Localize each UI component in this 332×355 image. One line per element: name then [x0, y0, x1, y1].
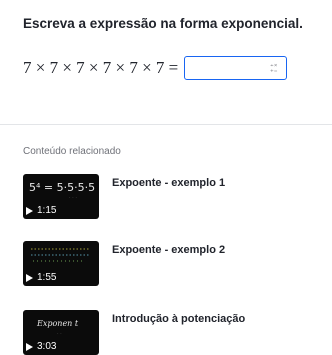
related-video-item[interactable]: 5⁴ = 5·5·5·5 · · · 1:15 Expoente - exemp… [23, 174, 323, 219]
duration-label: 3:03 [37, 341, 57, 352]
related-video-item[interactable]: Exponen t · · 3:03 Introdução à potencia… [23, 310, 323, 355]
play-icon [26, 206, 33, 215]
video-duration: 3:03 [26, 341, 56, 352]
play-icon [26, 273, 33, 282]
svg-text:+=: += [270, 68, 278, 73]
svg-text:· ·: · · [57, 331, 62, 337]
math-expression: 7 × 7 × 7 × 7 × 7 × 7 = [23, 58, 179, 77]
question-prompt: Escreva a expressão na forma exponencial… [23, 16, 303, 31]
thumbnail-text: Exponen t [36, 319, 79, 328]
video-thumbnail[interactable]: 1:55 [23, 241, 99, 286]
video-duration: 1:15 [26, 205, 56, 216]
duration-label: 1:55 [37, 272, 57, 283]
video-title[interactable]: Expoente - exemplo 2 [112, 244, 225, 256]
video-title[interactable]: Expoente - exemplo 1 [112, 177, 225, 189]
expression-row: 7 × 7 × 7 × 7 × 7 × 7 = ÷× += [23, 56, 288, 80]
thumbnail-text: 5⁴ = 5·5·5·5 [29, 181, 95, 194]
answer-field[interactable]: ÷× += [184, 56, 288, 80]
video-thumbnail[interactable]: 5⁴ = 5·5·5·5 · · · 1:15 [23, 174, 99, 219]
svg-text:· · ·: · · · [69, 195, 77, 201]
video-thumbnail[interactable]: Exponen t · · 3:03 [23, 310, 99, 355]
related-content-title: Conteúdo relacionado [23, 146, 121, 157]
answer-input[interactable] [189, 60, 260, 76]
video-duration: 1:55 [26, 272, 56, 283]
play-icon [26, 342, 33, 351]
keypad-toggle-icon[interactable]: ÷× += [270, 62, 280, 74]
related-video-item[interactable]: 1:55 Expoente - exemplo 2 [23, 241, 323, 286]
section-divider [0, 124, 332, 125]
svg-text:÷×: ÷× [270, 63, 278, 69]
duration-label: 1:15 [37, 205, 57, 216]
video-title[interactable]: Introdução à potenciação [112, 313, 245, 325]
